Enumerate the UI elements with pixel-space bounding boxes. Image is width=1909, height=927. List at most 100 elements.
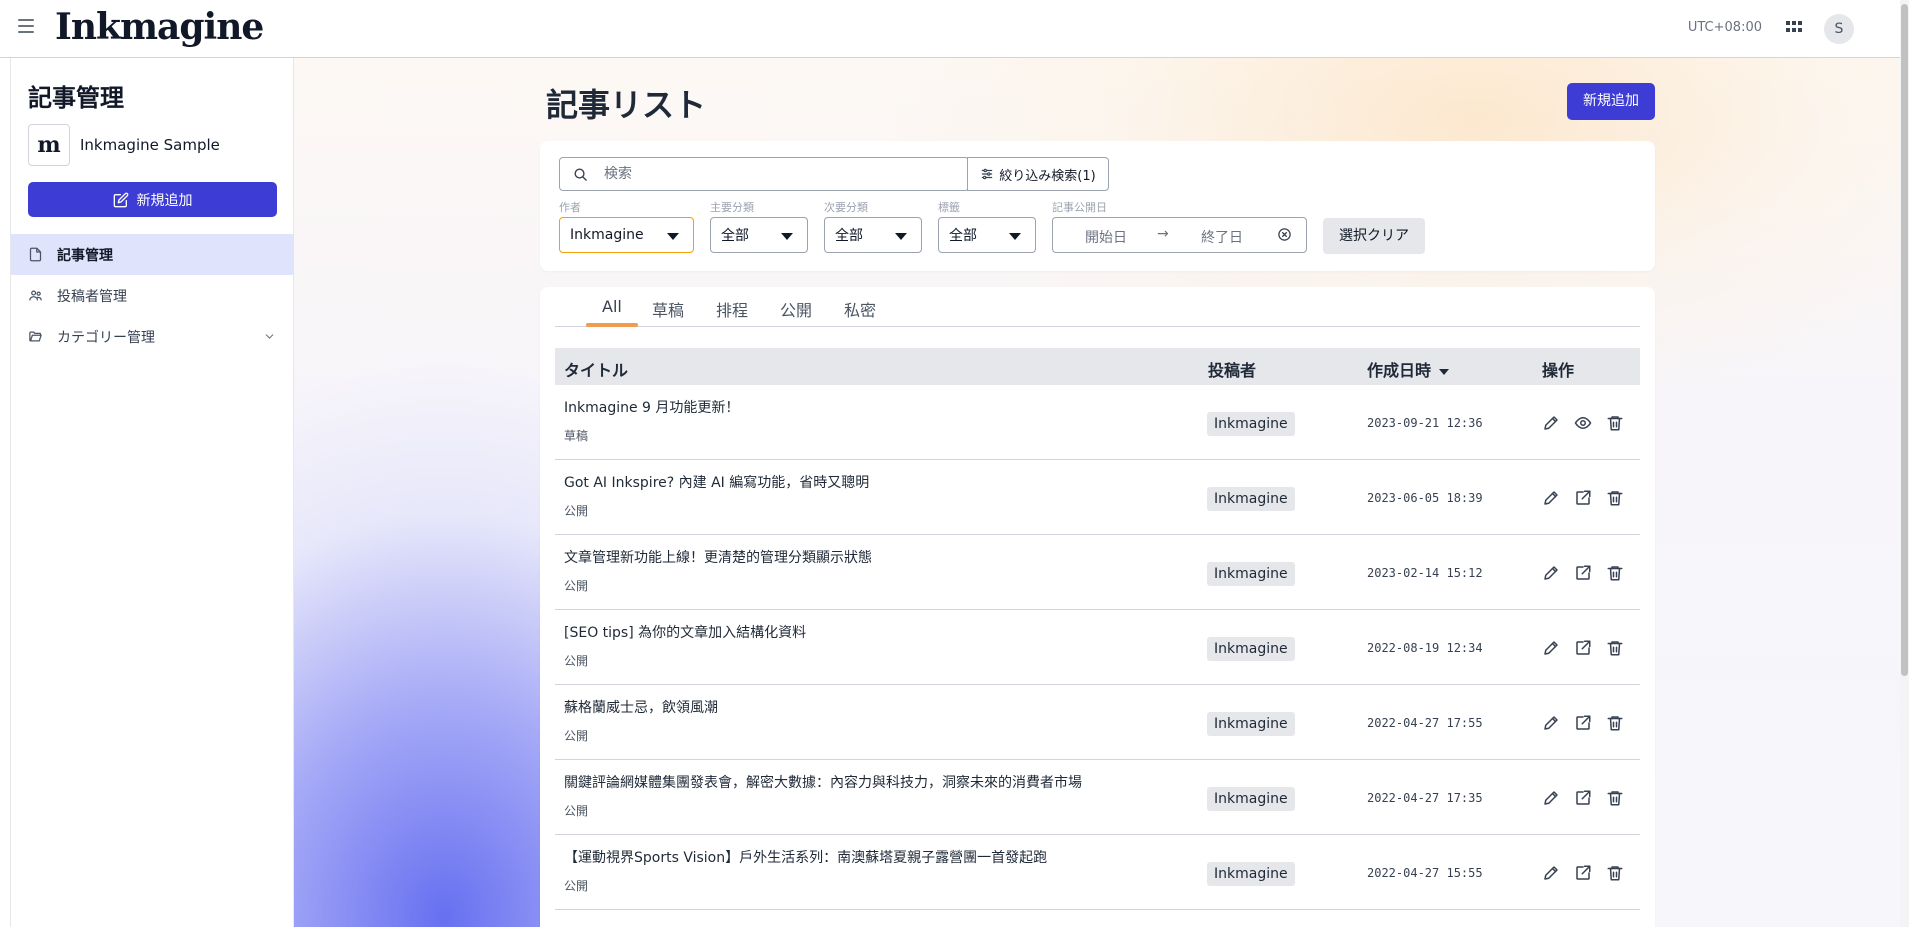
edit-icon[interactable] — [1542, 714, 1560, 732]
tab-published[interactable]: 公開 — [780, 297, 812, 321]
trash-icon[interactable] — [1606, 864, 1624, 882]
start-date-input[interactable]: 開始日 — [1085, 227, 1127, 247]
article-title[interactable]: 文章管理新功能上線！更清楚的管理分類顯示狀態 — [564, 547, 872, 567]
scrollbar-thumb[interactable] — [1901, 4, 1908, 676]
article-status: 公開 — [564, 654, 589, 668]
author-filter-label: 作者 — [559, 201, 581, 214]
trash-icon[interactable] — [1606, 789, 1624, 807]
created-date: 2022-04-27 15:55 — [1367, 866, 1483, 880]
folder-icon — [29, 331, 42, 342]
article-title[interactable]: Got AI Inkspire? 內建 AI 編寫功能，省時又聰明 — [564, 472, 869, 492]
tab-all[interactable]: All — [602, 297, 622, 316]
publish-date-label: 記事公開日 — [1052, 201, 1107, 214]
article-title[interactable]: 蘇格蘭威士忌，飲領風潮 — [564, 697, 718, 717]
author-select-value: Inkmagine — [570, 227, 644, 243]
secondary-category-select[interactable]: 全部 — [824, 217, 922, 253]
external-link-icon[interactable] — [1574, 564, 1592, 582]
site-selector[interactable]: m Inkmagine Sample — [28, 124, 288, 166]
tab-scheduled[interactable]: 排程 — [716, 297, 748, 321]
column-created-label: 作成日時 — [1367, 361, 1432, 380]
edit-icon[interactable] — [1542, 564, 1560, 582]
author-badge: Inkmagine — [1207, 412, 1295, 436]
author-badge: Inkmagine — [1207, 562, 1295, 586]
new-article-button[interactable]: 新規追加 — [1567, 83, 1655, 120]
search-input[interactable] — [604, 164, 944, 184]
created-date: 2022-04-27 17:35 — [1367, 791, 1483, 805]
site-logo: m — [28, 124, 70, 166]
sidebar-nav: 記事管理 投稿者管理 カテゴリー管理 — [11, 234, 294, 357]
trash-icon[interactable] — [1606, 564, 1624, 582]
menu-icon[interactable] — [18, 19, 34, 33]
external-link-icon[interactable] — [1574, 714, 1592, 732]
sidebar-item-categories[interactable]: カテゴリー管理 — [11, 316, 294, 357]
external-link-icon[interactable] — [1574, 789, 1592, 807]
avatar[interactable]: S — [1824, 14, 1854, 44]
caret-down-icon — [781, 233, 793, 240]
trash-icon[interactable] — [1606, 639, 1624, 657]
sidebar-item-articles[interactable]: 記事管理 — [11, 234, 294, 275]
scrollbar[interactable] — [1900, 0, 1909, 927]
active-tab-indicator — [586, 323, 638, 327]
logo[interactable]: Inkmagine — [55, 4, 264, 50]
eye-icon[interactable] — [1574, 414, 1592, 432]
table-row: 文章管理新功能上線！更清楚的管理分類顯示狀態 公開 Inkmagine 2023-02… — [555, 535, 1640, 610]
author-select[interactable]: Inkmagine — [559, 217, 694, 253]
trash-icon[interactable] — [1606, 414, 1624, 432]
edit-icon[interactable] — [1542, 639, 1560, 657]
article-status: 公開 — [564, 804, 589, 818]
article-status: 公開 — [564, 879, 589, 893]
clear-circle-icon[interactable] — [1277, 227, 1292, 242]
caret-down-icon — [667, 233, 679, 240]
column-created[interactable]: 作成日時 — [1367, 357, 1450, 381]
edit-icon[interactable] — [1542, 414, 1560, 432]
article-title[interactable]: 【運動視界Sports Vision】戶外生活系列：南澳蘇塔夏親子露營團一首發起… — [564, 847, 1047, 867]
tab-draft[interactable]: 草稿 — [652, 297, 684, 321]
article-title[interactable]: Inkmagine 9 月功能更新！ — [564, 397, 739, 417]
sidebar-add-button[interactable]: 新規追加 — [28, 182, 277, 217]
top-header: Inkmagine UTC+08:00 S — [0, 0, 1900, 58]
chevron-down-icon[interactable] — [263, 330, 276, 343]
sidebar: 記事管理 m Inkmagine Sample 新規追加 記事管理 投稿者管理 … — [0, 58, 294, 927]
search-icon — [574, 168, 587, 181]
advanced-filter-button[interactable]: 絞り込み検索(1) — [967, 157, 1109, 191]
tag-select[interactable]: 全部 — [938, 217, 1036, 253]
edit-square-icon — [113, 192, 128, 207]
page-title: 記事リスト — [546, 86, 707, 124]
site-name: Inkmagine Sample — [80, 136, 220, 154]
publish-date-filter: 記事公開日 開始日 → 終了日 — [1052, 201, 1307, 253]
tab-private[interactable]: 私密 — [844, 297, 876, 321]
trash-icon[interactable] — [1606, 714, 1624, 732]
edit-icon[interactable] — [1542, 489, 1560, 507]
clear-selection-button[interactable]: 選択クリア — [1323, 218, 1425, 254]
external-link-icon[interactable] — [1574, 864, 1592, 882]
external-link-icon[interactable] — [1574, 639, 1592, 657]
sidebar-item-authors[interactable]: 投稿者管理 — [11, 275, 294, 316]
external-link-icon[interactable] — [1574, 489, 1592, 507]
table-row: Inkmagine 9 月功能更新！ 草稿 Inkmagine 2023-09-21 … — [555, 385, 1640, 460]
sidebar-item-label: 投稿者管理 — [57, 288, 127, 305]
author-badge: Inkmagine — [1207, 487, 1295, 511]
article-list-panel: All 草稿 排程 公開 私密 タイトル 投稿者 作成日時 操作 Inkmagi… — [540, 287, 1655, 927]
sidebar-item-label: 記事管理 — [57, 247, 113, 264]
created-date: 2023-06-05 18:39 — [1367, 491, 1483, 505]
logo-text: Inkmagine — [55, 6, 264, 48]
end-date-input[interactable]: 終了日 — [1201, 227, 1243, 247]
created-date: 2023-09-21 12:36 — [1367, 416, 1483, 430]
date-range-picker[interactable]: 開始日 → 終了日 — [1052, 217, 1307, 253]
table-header: タイトル 投稿者 作成日時 操作 — [555, 348, 1640, 385]
primary-category-select[interactable]: 全部 — [710, 217, 808, 253]
article-title[interactable]: 關鍵評論網媒體集團發表會，解密大數據：內容力與科技力，洞察未來的消費者市場 — [564, 772, 1082, 792]
column-actions: 操作 — [1542, 361, 1575, 380]
edit-icon[interactable] — [1542, 789, 1560, 807]
trash-icon[interactable] — [1606, 489, 1624, 507]
apps-grid-icon[interactable] — [1786, 21, 1802, 33]
tag-select-value: 全部 — [949, 228, 977, 244]
author-badge: Inkmagine — [1207, 862, 1295, 886]
article-title[interactable]: [SEO tips] 為你的文章加入結構化資料 — [564, 622, 806, 642]
column-title[interactable]: タイトル — [564, 357, 628, 381]
sliders-icon — [982, 168, 993, 180]
author-badge: Inkmagine — [1207, 637, 1295, 661]
secondary-category-label: 次要分類 — [824, 201, 868, 214]
sort-desc-icon[interactable] — [1439, 368, 1450, 375]
edit-icon[interactable] — [1542, 864, 1560, 882]
